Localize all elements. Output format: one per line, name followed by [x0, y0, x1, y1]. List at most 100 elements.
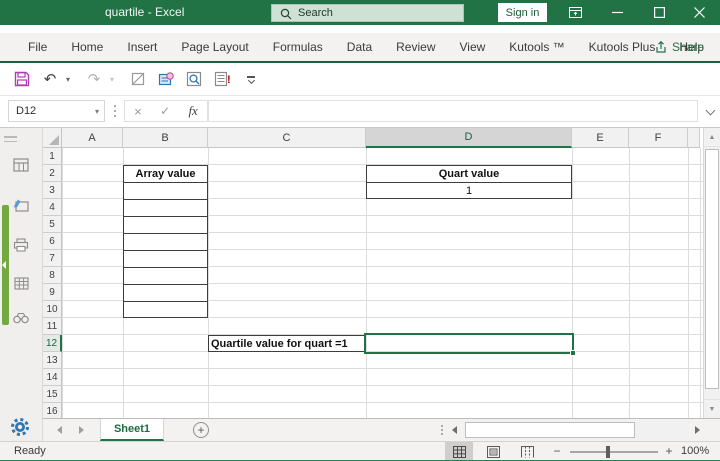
- row-header-4[interactable]: 4: [43, 199, 62, 216]
- workbook-pane-button[interactable]: [12, 156, 30, 174]
- columns-pane-button[interactable]: [12, 274, 30, 292]
- tab-home[interactable]: Home: [59, 33, 115, 61]
- maximize-button[interactable]: [644, 0, 674, 25]
- row-header-8[interactable]: 8: [43, 267, 62, 284]
- next-sheet-button[interactable]: [79, 426, 84, 434]
- resources-pane-button[interactable]: [12, 196, 30, 214]
- new-sheet-button[interactable]: +: [193, 422, 209, 438]
- cancel-entry-button[interactable]: ×: [134, 104, 142, 119]
- empty-cell[interactable]: [124, 234, 207, 251]
- row-header-13[interactable]: 13: [43, 352, 62, 369]
- zoom-in-button[interactable]: +: [662, 442, 676, 461]
- horizontal-scroll-left-button[interactable]: [452, 426, 457, 434]
- empty-cell[interactable]: [124, 285, 207, 302]
- tab-page-layout[interactable]: Page Layout: [169, 33, 260, 61]
- column-header-C[interactable]: C: [208, 128, 366, 148]
- tab-formulas[interactable]: Formulas: [261, 33, 335, 61]
- page-break-preview-button[interactable]: [513, 442, 541, 461]
- sheet-tab-sheet1[interactable]: Sheet1: [100, 419, 164, 441]
- kutools-pane-toggle[interactable]: [2, 205, 9, 325]
- zoom-slider[interactable]: [570, 446, 658, 458]
- cell-D3[interactable]: 1: [367, 183, 571, 198]
- row-header-16[interactable]: 16: [43, 403, 62, 418]
- column-header-E[interactable]: E: [572, 128, 629, 148]
- column-header-B[interactable]: B: [123, 128, 208, 148]
- tab-scrollbar-separator[interactable]: [441, 425, 443, 427]
- formula-input[interactable]: [208, 100, 698, 122]
- column-header-F[interactable]: F: [629, 128, 688, 148]
- sidebar-drag-handle[interactable]: [4, 136, 17, 145]
- cell-B2[interactable]: Array value: [124, 166, 207, 183]
- scroll-up-button[interactable]: ▲: [704, 128, 720, 147]
- minimize-button[interactable]: [602, 0, 632, 25]
- scroll-down-button[interactable]: ▼: [704, 399, 720, 418]
- customize-qat-button[interactable]: [244, 75, 258, 84]
- tab-kutools-plus[interactable]: Kutools Plus: [577, 33, 668, 61]
- tab-insert[interactable]: Insert: [115, 33, 169, 61]
- page-layout-view-button[interactable]: [479, 442, 507, 461]
- print-pane-button[interactable]: [12, 236, 30, 254]
- data-form-button[interactable]: !: [210, 67, 234, 91]
- tab-file[interactable]: File: [16, 33, 59, 61]
- empty-cell[interactable]: [124, 200, 207, 217]
- settings-button[interactable]: [9, 416, 31, 443]
- empty-cell[interactable]: [124, 302, 207, 317]
- empty-cell[interactable]: [124, 217, 207, 234]
- row-header-9[interactable]: 9: [43, 284, 62, 301]
- tab-kutools[interactable]: Kutools ™: [497, 33, 576, 61]
- fill-handle[interactable]: [570, 350, 576, 356]
- camera-button[interactable]: [154, 67, 178, 91]
- undo-dropdown[interactable]: ▾: [66, 75, 76, 84]
- zoom-slider-handle[interactable]: [606, 446, 610, 458]
- cell-D2[interactable]: Quart value: [367, 166, 571, 183]
- row-header-14[interactable]: 14: [43, 369, 62, 386]
- draw-border-button[interactable]: [126, 67, 150, 91]
- column-header-partial[interactable]: [688, 128, 700, 148]
- horizontal-scroll-right-button[interactable]: [695, 426, 700, 434]
- print-preview-button[interactable]: [182, 67, 206, 91]
- row-header-6[interactable]: 6: [43, 233, 62, 250]
- row-header-15[interactable]: 15: [43, 386, 62, 403]
- ribbon-display-options-button[interactable]: [560, 0, 590, 25]
- expand-formula-bar-icon[interactable]: [705, 105, 716, 116]
- previous-sheet-button[interactable]: [57, 426, 62, 434]
- row-header-12[interactable]: 12: [43, 335, 62, 352]
- zoom-out-button[interactable]: −: [550, 442, 564, 461]
- horizontal-scroll-thumb[interactable]: [465, 422, 635, 438]
- row-header-10[interactable]: 10: [43, 301, 62, 318]
- search-box[interactable]: Search: [271, 4, 464, 22]
- row-header-5[interactable]: 5: [43, 216, 62, 233]
- row-header-11[interactable]: 11: [43, 318, 62, 335]
- normal-view-button[interactable]: [445, 442, 473, 461]
- empty-cell[interactable]: [124, 268, 207, 285]
- row-header-1[interactable]: 1: [43, 148, 62, 165]
- horizontal-scrollbar[interactable]: [463, 421, 689, 439]
- sign-in-button[interactable]: Sign in: [498, 3, 547, 22]
- row-header-3[interactable]: 3: [43, 182, 62, 199]
- tab-review[interactable]: Review: [384, 33, 447, 61]
- row-header-2[interactable]: 2: [43, 165, 62, 182]
- tab-data[interactable]: Data: [335, 33, 384, 61]
- redo-button[interactable]: ↷: [82, 67, 106, 91]
- enter-entry-button[interactable]: ✓: [160, 104, 170, 118]
- tab-view[interactable]: View: [448, 33, 498, 61]
- vertical-scroll-thumb[interactable]: [705, 149, 719, 389]
- row-header-7[interactable]: 7: [43, 250, 62, 267]
- insert-function-button[interactable]: fx: [188, 103, 197, 119]
- empty-cell[interactable]: [124, 251, 207, 268]
- find-pane-button[interactable]: [12, 309, 30, 327]
- cell-C12[interactable]: Quartile value for quart =1: [209, 336, 365, 351]
- empty-cell[interactable]: [124, 183, 207, 200]
- name-box[interactable]: D12 ▾: [8, 100, 105, 122]
- column-header-A[interactable]: A: [62, 128, 123, 148]
- zoom-level[interactable]: 100%: [681, 442, 709, 461]
- share-button[interactable]: Share: [655, 33, 704, 61]
- worksheet-grid[interactable]: Array value Quart value 1 Quartile value fo…: [43, 128, 703, 418]
- column-header-D[interactable]: D: [366, 128, 572, 148]
- close-button[interactable]: [684, 0, 714, 25]
- save-button[interactable]: [10, 67, 34, 91]
- selected-cell-D12[interactable]: [364, 333, 576, 356]
- undo-button[interactable]: ↶: [38, 67, 62, 91]
- select-all-button[interactable]: [43, 128, 62, 148]
- vertical-scrollbar[interactable]: ▲ ▼: [703, 128, 720, 418]
